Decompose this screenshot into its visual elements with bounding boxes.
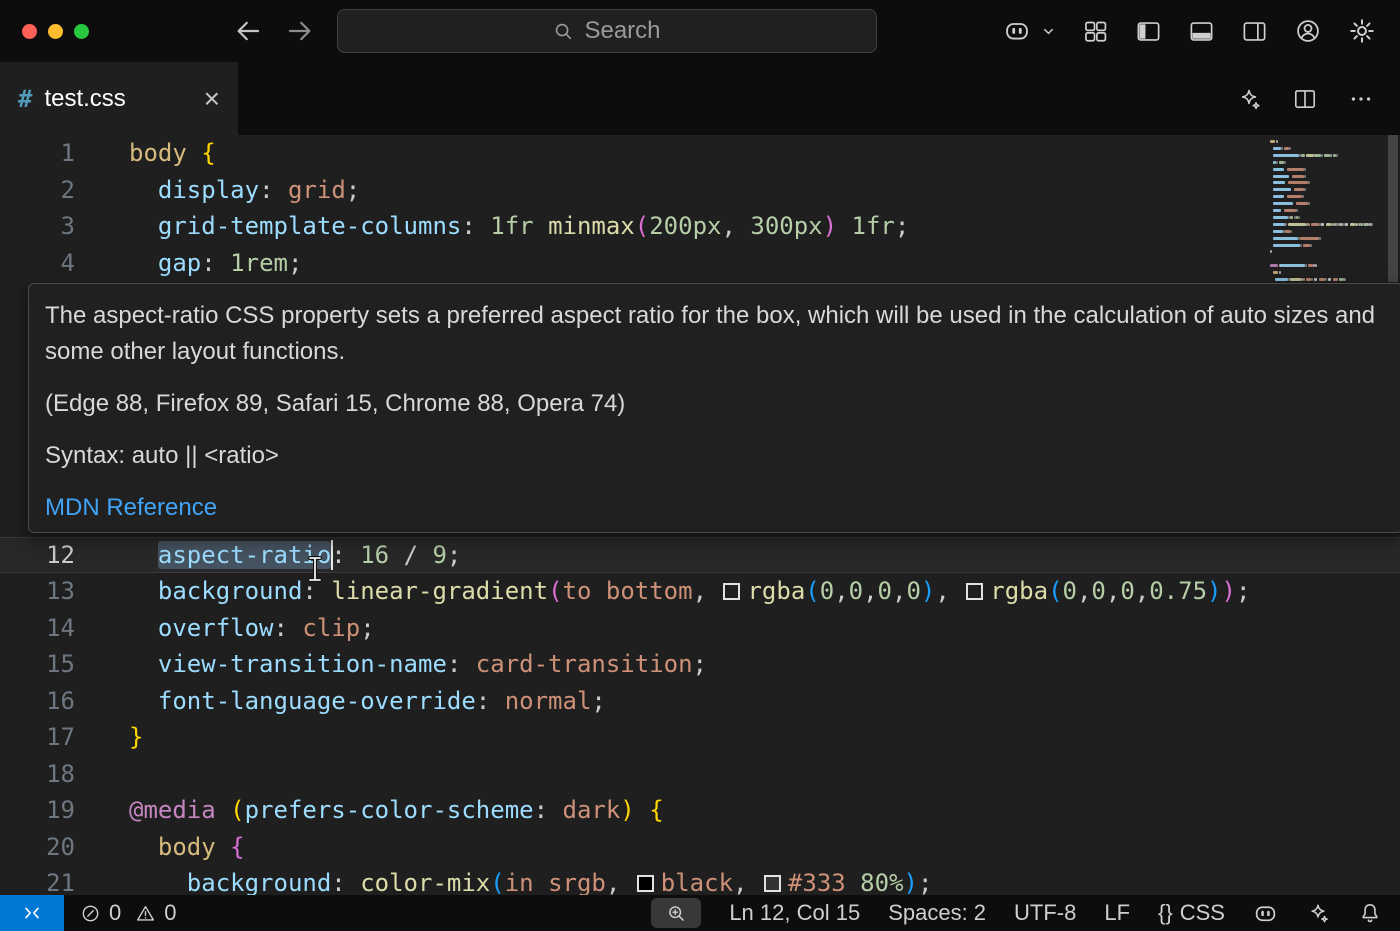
tab-test-css[interactable]: # test.css ×: [0, 62, 238, 135]
remote-icon: [21, 902, 43, 924]
code-line-16[interactable]: 16 font-language-override: normal;: [0, 683, 1400, 720]
tooltip-browser-support: (Edge 88, Firefox 89, Safari 15, Chrome …: [45, 386, 1382, 422]
color-swatch[interactable]: [637, 875, 654, 892]
more-actions-icon[interactable]: [1348, 86, 1374, 112]
color-swatch[interactable]: [723, 583, 740, 600]
back-arrow-icon[interactable]: [233, 16, 263, 46]
command-center-search[interactable]: Search: [337, 9, 877, 53]
hover-tooltip: The aspect-ratio CSS property sets a pre…: [28, 283, 1400, 533]
status-bar: 0 0 Ln 12, Col 15 Spaces: 2 UTF-8 LF {} …: [0, 895, 1400, 931]
close-tab-icon[interactable]: ×: [204, 85, 220, 113]
settings-gear-icon[interactable]: [1348, 17, 1376, 45]
titlebar: Search: [0, 0, 1400, 62]
line-number: 2: [0, 172, 75, 209]
code-line-15[interactable]: 15 view-transition-name: card-transition…: [0, 646, 1400, 683]
line-number: 15: [0, 646, 75, 683]
customize-layout-icon[interactable]: [1082, 18, 1109, 45]
sparkle-icon[interactable]: [1236, 86, 1262, 112]
error-count: 0: [109, 900, 121, 926]
line-number: 4: [0, 245, 75, 282]
tooltip-syntax: Syntax: auto || <ratio>: [45, 438, 1382, 474]
code-line-13[interactable]: 13 background: linear-gradient(to bottom…: [0, 573, 1400, 610]
zoom-button[interactable]: [651, 898, 701, 928]
toggle-panel-icon[interactable]: [1188, 18, 1215, 45]
code-line-20[interactable]: 20 body {: [0, 829, 1400, 866]
remote-indicator[interactable]: [0, 895, 64, 931]
line-number: 20: [0, 829, 75, 866]
split-editor-icon[interactable]: [1292, 86, 1318, 112]
account-icon[interactable]: [1294, 17, 1322, 45]
indentation-setting[interactable]: Spaces: 2: [888, 900, 986, 926]
line-number: 21: [0, 865, 75, 895]
scrollbar-slider[interactable]: [1388, 135, 1398, 282]
errors-icon: [80, 903, 101, 924]
code-line-19[interactable]: 19@media (prefers-color-scheme: dark) {: [0, 792, 1400, 829]
code-line-18[interactable]: 18: [0, 756, 1400, 793]
text-caret: [331, 540, 333, 570]
zoom-window-button[interactable]: [74, 24, 89, 39]
forward-arrow-icon[interactable]: [285, 16, 315, 46]
line-number: 13: [0, 573, 75, 610]
code-line-1[interactable]: 1body {: [0, 135, 1400, 172]
window-controls: [0, 24, 130, 39]
toggle-primary-sidebar-icon[interactable]: [1135, 18, 1162, 45]
css-file-icon: #: [18, 85, 32, 113]
search-icon: [552, 20, 574, 42]
copilot-icon: [1253, 901, 1278, 926]
vscode-window: Search: [0, 0, 1400, 931]
close-window-button[interactable]: [22, 24, 37, 39]
cursor-position[interactable]: Ln 12, Col 15: [729, 900, 860, 926]
minimize-window-button[interactable]: [48, 24, 63, 39]
sparkle-icon: [1306, 901, 1330, 925]
line-number: 12: [0, 537, 75, 574]
line-number: 16: [0, 683, 75, 720]
line-number: 17: [0, 719, 75, 756]
search-placeholder: Search: [584, 17, 660, 45]
mdn-reference-link[interactable]: MDN Reference: [45, 490, 217, 526]
editor[interactable]: 1body {2 display: grid;3 grid-template-c…: [0, 135, 1400, 895]
line-number: 3: [0, 208, 75, 245]
braces-icon: {}: [1158, 900, 1173, 926]
copilot-status[interactable]: [1253, 901, 1278, 926]
language-mode[interactable]: {} CSS: [1158, 900, 1225, 926]
line-number: 1: [0, 135, 75, 172]
eol-setting[interactable]: LF: [1104, 900, 1130, 926]
notifications-button[interactable]: [1358, 901, 1382, 925]
chevron-down-icon[interactable]: [1041, 24, 1056, 39]
code-line-17[interactable]: 17}: [0, 719, 1400, 756]
toggle-secondary-sidebar-icon[interactable]: [1241, 18, 1268, 45]
tab-label: test.css: [44, 85, 125, 113]
tab-bar: # test.css ×: [0, 62, 1400, 135]
line-number: 19: [0, 792, 75, 829]
code-line-2[interactable]: 2 display: grid;: [0, 172, 1400, 209]
bell-icon: [1358, 901, 1382, 925]
color-swatch[interactable]: [966, 583, 983, 600]
code-line-14[interactable]: 14 overflow: clip;: [0, 610, 1400, 647]
line-number: 18: [0, 756, 75, 793]
code-line-21[interactable]: 21 background: color-mix(in srgb, black,…: [0, 865, 1400, 895]
warning-count: 0: [164, 900, 176, 926]
warnings-icon: [135, 903, 156, 924]
copilot-icon[interactable]: [1003, 17, 1031, 45]
color-swatch[interactable]: [764, 875, 781, 892]
encoding-setting[interactable]: UTF-8: [1014, 900, 1076, 926]
code-line-4[interactable]: 4 gap: 1rem;: [0, 245, 1400, 282]
line-number: 14: [0, 610, 75, 647]
chat-sparkle-button[interactable]: [1306, 901, 1330, 925]
problems-indicator[interactable]: 0 0: [64, 900, 199, 926]
code-line-3[interactable]: 3 grid-template-columns: 1fr minmax(200p…: [0, 208, 1400, 245]
tooltip-description: The aspect-ratio CSS property sets a pre…: [45, 298, 1382, 370]
code-line-12[interactable]: 12 aspect-ratio: 16 / 9;: [0, 537, 1400, 574]
zoom-in-icon: [666, 903, 687, 924]
